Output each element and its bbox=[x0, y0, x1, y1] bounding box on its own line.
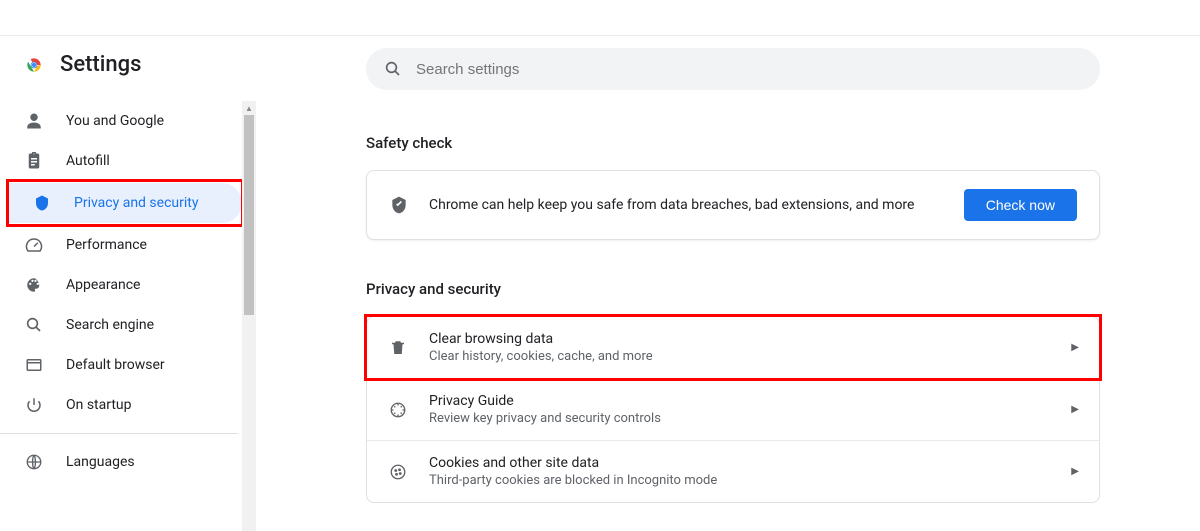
sidebar-item-label: On startup bbox=[66, 397, 132, 413]
sidebar-divider bbox=[0, 433, 238, 434]
sidebar-item-label: Autofill bbox=[66, 153, 110, 169]
search-icon bbox=[24, 316, 44, 334]
row-privacy-guide[interactable]: Privacy Guide Review key privacy and sec… bbox=[367, 378, 1099, 440]
row-title: Clear browsing data bbox=[429, 331, 1051, 347]
chevron-right-icon: ▶ bbox=[1071, 466, 1079, 477]
power-icon bbox=[24, 396, 44, 414]
sidebar-item-you-and-google[interactable]: You and Google bbox=[0, 101, 238, 141]
annotation-highlight-sidebar: Privacy and security bbox=[8, 181, 242, 225]
sidebar-nav: You and Google Autofill Privacy and secu… bbox=[0, 97, 256, 482]
shield-check-icon bbox=[389, 195, 409, 215]
row-clear-browsing-data[interactable]: Clear browsing data Clear history, cooki… bbox=[367, 317, 1099, 378]
page-title: Settings bbox=[60, 52, 141, 77]
sidebar-item-label: Performance bbox=[66, 237, 147, 253]
row-title: Privacy Guide bbox=[429, 393, 1051, 409]
sidebar-item-search-engine[interactable]: Search engine bbox=[0, 305, 238, 345]
row-cookies[interactable]: Cookies and other site data Third-party … bbox=[367, 440, 1099, 502]
search-icon bbox=[384, 60, 402, 78]
sidebar-item-on-startup[interactable]: On startup bbox=[0, 385, 238, 425]
sidebar-item-label: Search engine bbox=[66, 317, 154, 333]
sidebar-item-performance[interactable]: Performance bbox=[0, 225, 238, 265]
speedometer-icon bbox=[24, 236, 44, 254]
sidebar-item-default-browser[interactable]: Default browser bbox=[0, 345, 238, 385]
palette-icon bbox=[24, 276, 44, 294]
main-content: Safety check Chrome can help keep you sa… bbox=[256, 36, 1200, 509]
scroll-arrow-up-icon[interactable]: ▲ bbox=[242, 101, 256, 115]
sidebar-item-label: Languages bbox=[66, 454, 135, 470]
sidebar-item-languages[interactable]: Languages bbox=[0, 442, 238, 482]
brand-row: Settings bbox=[0, 52, 256, 97]
shield-icon bbox=[32, 194, 52, 212]
cookie-icon bbox=[387, 463, 409, 481]
search-bar[interactable] bbox=[366, 48, 1100, 90]
clipboard-icon bbox=[24, 152, 44, 170]
sidebar: Settings You and Google Autofill bbox=[0, 36, 256, 509]
compass-icon bbox=[387, 401, 409, 419]
trash-icon bbox=[387, 339, 409, 357]
window-top-gap bbox=[0, 0, 1200, 36]
browser-window-icon bbox=[24, 356, 44, 374]
row-subtitle: Review key privacy and security controls bbox=[429, 411, 1051, 426]
sidebar-scrollbar-thumb[interactable] bbox=[244, 115, 254, 315]
safety-check-card: Chrome can help keep you safe from data … bbox=[366, 170, 1100, 240]
row-title: Cookies and other site data bbox=[429, 455, 1051, 471]
check-now-button[interactable]: Check now bbox=[964, 189, 1077, 221]
section-title-privacy-security: Privacy and security bbox=[366, 280, 1100, 298]
privacy-security-list: Clear browsing data Clear history, cooki… bbox=[366, 316, 1100, 503]
safety-check-text: Chrome can help keep you safe from data … bbox=[429, 197, 944, 213]
sidebar-item-appearance[interactable]: Appearance bbox=[0, 265, 238, 305]
sidebar-item-autofill[interactable]: Autofill bbox=[0, 141, 238, 181]
globe-icon bbox=[24, 453, 44, 471]
chevron-right-icon: ▶ bbox=[1071, 404, 1079, 415]
chrome-logo-icon bbox=[24, 55, 44, 75]
sidebar-item-label: You and Google bbox=[66, 113, 164, 129]
chevron-right-icon: ▶ bbox=[1071, 342, 1079, 353]
person-icon bbox=[24, 112, 44, 130]
row-subtitle: Third-party cookies are blocked in Incog… bbox=[429, 473, 1051, 488]
sidebar-item-label: Privacy and security bbox=[74, 195, 198, 211]
sidebar-scrollbar[interactable]: ▲ bbox=[242, 101, 256, 531]
search-input[interactable] bbox=[416, 61, 1082, 78]
sidebar-item-label: Default browser bbox=[66, 357, 165, 373]
section-title-safety-check: Safety check bbox=[366, 134, 1100, 152]
row-subtitle: Clear history, cookies, cache, and more bbox=[429, 349, 1051, 364]
sidebar-item-privacy-and-security[interactable]: Privacy and security bbox=[8, 183, 242, 223]
sidebar-item-label: Appearance bbox=[66, 277, 140, 293]
